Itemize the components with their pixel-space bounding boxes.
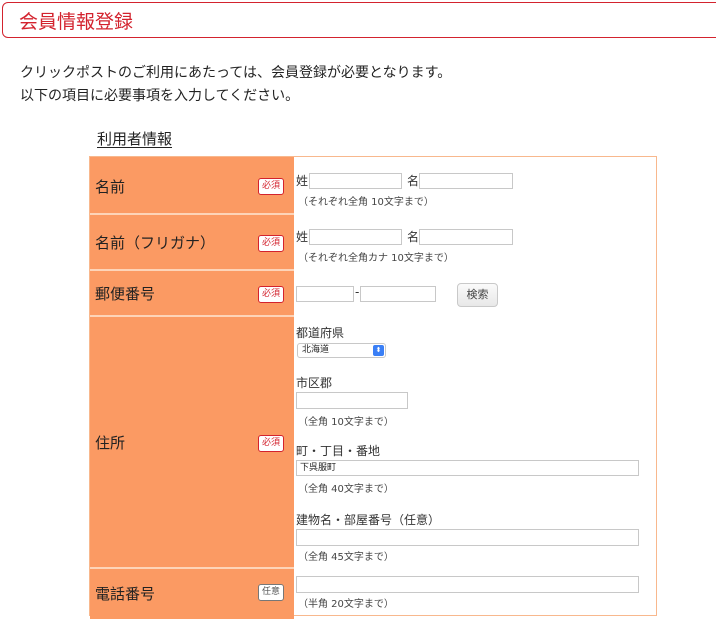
- prefecture-select[interactable]: 北海道 ⬍: [297, 343, 386, 358]
- street-note: （全角 40文字まで）: [298, 484, 394, 495]
- phone-input[interactable]: [296, 576, 639, 593]
- optional-badge: 任意: [258, 584, 285, 601]
- prefecture-label: 都道府県: [296, 326, 345, 340]
- postal-code-part2-input[interactable]: [360, 286, 436, 302]
- street-input[interactable]: 下呉服町: [296, 460, 639, 476]
- page-title: 会員情報登録: [19, 11, 134, 33]
- label-name-kana: 名前（フリガナ）: [95, 234, 216, 252]
- postal-dash: -: [355, 285, 360, 299]
- row-label-phone: 電話番号 任意: [90, 569, 294, 619]
- mei-label: 名: [407, 174, 420, 188]
- name-note: （それぞれ全角 10文字まで）: [298, 197, 434, 208]
- postal-search-button[interactable]: 検索: [457, 283, 498, 307]
- phone-note: （半角 20文字まで）: [298, 599, 394, 610]
- section-title: 利用者情報: [97, 130, 173, 148]
- prefecture-selected-value: 北海道: [302, 345, 330, 355]
- postal-code-part1-input[interactable]: [296, 286, 354, 302]
- intro-text: クリックポストのご利用にあたっては、会員登録が必要となります。 以下の項目に必要…: [20, 62, 451, 108]
- city-note: （全角 10文字まで）: [298, 417, 394, 428]
- intro-line-2: 以下の項目に必要事項を入力してください。: [20, 88, 300, 104]
- kana-sei-input[interactable]: [309, 229, 402, 245]
- required-badge: 必須: [258, 235, 285, 252]
- label-phone: 電話番号: [95, 585, 156, 603]
- sei-label: 姓: [296, 174, 309, 188]
- label-postal: 郵便番号: [95, 285, 156, 303]
- building-label: 建物名・部屋番号（任意）: [296, 513, 441, 527]
- row-label-name: 名前 必須: [90, 157, 294, 213]
- mei-kana-label: 名: [407, 230, 420, 244]
- name-kana-note: （それぞれ全角カナ 10文字まで）: [298, 253, 454, 264]
- building-note: （全角 45文字まで）: [298, 552, 394, 563]
- select-arrows-icon: ⬍: [373, 345, 384, 356]
- required-badge: 必須: [258, 435, 285, 452]
- required-badge: 必須: [258, 178, 285, 195]
- building-input[interactable]: [296, 529, 639, 546]
- row-label-postal: 郵便番号 必須: [90, 271, 294, 315]
- required-badge: 必須: [258, 286, 285, 303]
- row-label-name-kana: 名前（フリガナ） 必須: [90, 215, 294, 269]
- user-info-form: 名前 必須 姓 名 （それぞれ全角 10文字まで） 名前（フリガナ） 必須 姓 …: [89, 156, 657, 619]
- intro-line-1: クリックポストのご利用にあたっては、会員登録が必要となります。: [20, 65, 452, 81]
- city-label: 市区郡: [296, 376, 333, 390]
- name-mei-input[interactable]: [419, 173, 513, 189]
- label-address: 住所: [95, 434, 126, 452]
- street-label: 町・丁目・番地: [296, 444, 381, 458]
- city-input[interactable]: [296, 392, 408, 409]
- page-title-box: 会員情報登録: [2, 2, 716, 38]
- row-label-address: 住所 必須: [90, 317, 294, 567]
- kana-mei-input[interactable]: [419, 229, 513, 245]
- label-name: 名前: [95, 178, 126, 196]
- name-sei-input[interactable]: [309, 173, 402, 189]
- sei-kana-label: 姓: [296, 230, 309, 244]
